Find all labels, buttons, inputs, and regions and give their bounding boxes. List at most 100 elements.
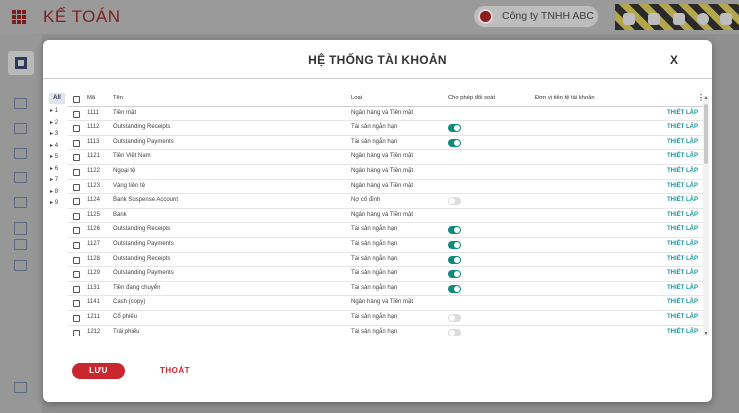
level-item[interactable]: ▸ 7 [50,176,58,183]
setup-link[interactable]: THIẾT LẬP [667,139,698,145]
bank-icon[interactable] [14,123,27,134]
building-icon[interactable] [14,222,27,235]
table-scrollbar[interactable]: ▲ ▼ [703,95,709,337]
table-row[interactable]: 1212 Trái phiếu Tài sản ngắn hạn THIẾT LẬP [68,326,703,336]
row-checkbox[interactable] [73,139,80,147]
table-row[interactable]: 1211 Cổ phiếu Tài sản ngắn hạn THIẾT LẬP [68,311,703,326]
row-checkbox[interactable] [73,125,80,133]
setup-link[interactable]: THIẾT LẬP [667,168,698,174]
setup-link[interactable]: THIẾT LẬP [667,241,698,247]
reconcile-toggle[interactable] [448,241,461,249]
table-row[interactable]: 1113 Outstanding Payments Tài sản ngắn hạn… [68,136,703,151]
table-row[interactable]: 1141 Cash (copy) Ngân hàng và Tiền mặt THIẾ… [68,296,703,311]
close-button[interactable]: X [670,53,678,67]
setup-link[interactable]: THIẾT LẬP [667,183,698,189]
truck-icon[interactable] [14,239,27,250]
cart-icon[interactable] [14,172,27,183]
table-row[interactable]: 1131 Tiền đang chuyển Tài sản ngắn hạn THIẾ… [68,282,703,297]
level-item[interactable]: ▸ 6 [50,165,58,172]
reconcile-toggle[interactable] [448,328,461,336]
document-icon[interactable] [14,197,27,208]
table-row[interactable]: 1112 Outstanding Receipts Tài sản ngắn hạn… [68,121,703,136]
setup-link[interactable]: THIẾT LẬP [667,299,698,305]
table-row[interactable]: 1125 Bank Ngân hàng và Tiền mặt THIẾT LẬP [68,209,703,224]
save-button[interactable]: LƯU [72,363,125,379]
level-item[interactable]: ▸ 3 [50,130,58,137]
table-row[interactable]: 1126 Outstanding Receipts Tài sản ngắn hạn… [68,223,703,238]
level-all-tab[interactable]: All [49,93,65,104]
setup-link[interactable]: THIẾT LẬP [667,285,698,291]
setup-link[interactable]: THIẾT LẬP [667,314,698,320]
reconcile-toggle[interactable] [448,284,461,293]
notification-icon[interactable] [673,13,685,25]
level-item[interactable]: ▸ 1 [50,107,58,114]
setup-link[interactable]: THIẾT LẬP [667,256,698,262]
reconcile-toggle[interactable] [448,270,461,279]
row-checkbox[interactable] [73,227,80,235]
setup-link[interactable]: THIẾT LẬP [667,153,698,159]
setup-link[interactable]: THIẾT LẬP [667,124,698,130]
level-label: 3 [54,131,59,137]
row-checkbox[interactable] [73,285,80,293]
setup-link[interactable]: THIẾT LẬP [667,270,698,276]
col-name-header[interactable]: Tên [113,95,123,101]
chart-icon[interactable] [14,98,27,109]
setup-link[interactable]: THIẾT LẬP [667,212,698,218]
row-checkbox[interactable] [73,169,80,176]
col-type-header[interactable]: Loại [351,95,362,101]
table-row[interactable]: 1124 Bank Suspense Account Nợ cố định THIẾT… [68,194,703,209]
setup-link[interactable]: THIẾT LẬP [667,197,698,203]
level-item[interactable]: ▸ 8 [50,188,58,195]
level-item[interactable]: ▸ 5 [50,153,58,160]
tools-icon[interactable] [14,260,27,271]
account-name: Trái phiếu [113,328,140,335]
row-checkbox[interactable] [73,315,80,322]
invoice-icon[interactable] [14,148,27,159]
reconcile-toggle[interactable] [448,138,461,147]
level-item[interactable]: ▸ 2 [50,119,58,126]
institution-icon[interactable] [14,382,27,393]
scroll-up-icon[interactable]: ▲ [703,95,709,101]
company-selector[interactable]: Công ty TNHH ABC [474,6,598,27]
reconcile-toggle[interactable] [448,226,461,235]
reconcile-toggle[interactable] [448,124,461,133]
row-checkbox[interactable] [73,198,80,206]
row-checkbox[interactable] [73,154,80,162]
row-checkbox[interactable] [73,110,80,118]
level-item[interactable]: ▸ 4 [50,142,58,149]
scrollbar-thumb[interactable] [704,104,708,164]
table-row[interactable]: 1122 Ngoại tệ Ngân hàng và Tiền mặt THIẾT L… [68,165,703,180]
level-item[interactable]: ▸ 9 [50,199,58,206]
row-checkbox[interactable] [73,329,80,336]
row-checkbox[interactable] [73,212,80,220]
row-checkbox[interactable] [73,256,80,264]
row-checkbox[interactable] [73,300,80,308]
logout-icon[interactable] [720,13,732,25]
row-checkbox[interactable] [73,183,80,191]
row-checkbox[interactable] [73,271,80,279]
setup-link[interactable]: THIẾT LẬP [667,226,698,232]
home-icon[interactable] [623,13,635,25]
table-row[interactable]: 1127 Outstanding Payments Tài sản ngắn hạn… [68,238,703,253]
select-all-checkbox[interactable] [73,96,80,103]
dashboard-icon[interactable] [8,51,34,75]
reconcile-toggle[interactable] [448,255,461,264]
table-row[interactable]: 1121 Tiền Việt Nam Ngân hàng và Tiền mặt TH… [68,150,703,165]
col-currency-header[interactable]: Đơn vị tiền tệ tài khoản [535,95,595,101]
table-row[interactable]: 1128 Outstanding Receipts Tài sản ngắn hạn… [68,253,703,268]
table-row[interactable]: 1129 Outstanding Payments Tài sản ngắn hạn… [68,267,703,282]
exit-button[interactable]: THOÁT [160,366,190,375]
row-checkbox[interactable] [73,242,80,249]
user-icon[interactable] [648,13,660,25]
scroll-down-icon[interactable]: ▼ [703,331,709,337]
table-row[interactable]: 1123 Vàng tiền tệ Ngân hàng và Tiền mặt THI… [68,180,703,195]
setup-link[interactable]: THIẾT LẬP [667,329,698,335]
col-code-header[interactable]: Mã [87,95,95,101]
apps-grid-icon[interactable] [12,10,26,24]
col-reconcile-header[interactable]: Cho phép đối soát [448,95,495,101]
setup-link[interactable]: THIẾT LẬP [667,110,698,116]
table-row[interactable]: 1111 Tiền mặt Ngân hàng và Tiền mặt THIẾT L… [68,107,703,122]
reconcile-toggle[interactable] [448,197,461,206]
reconcile-toggle[interactable] [448,314,461,322]
settings-icon[interactable] [697,13,709,25]
